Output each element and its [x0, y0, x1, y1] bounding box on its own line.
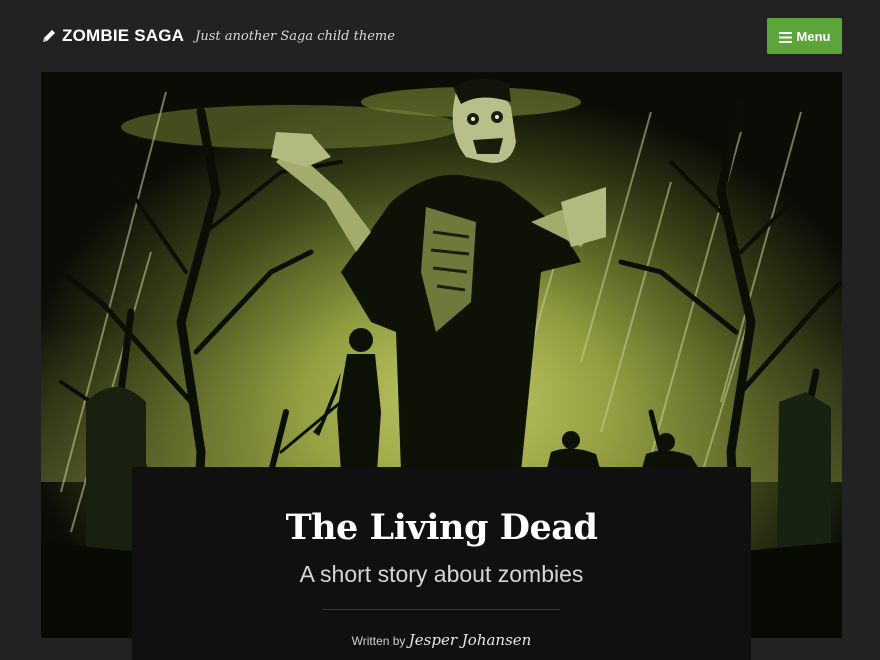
post-title[interactable]: The Living Dead — [132, 507, 751, 548]
pencil-icon — [40, 27, 58, 45]
author-link[interactable]: Jesper Johansen — [409, 631, 532, 649]
site-title-link[interactable]: ZOMBIE SAGA — [62, 26, 184, 46]
byline-prefix: Written by — [351, 634, 406, 648]
site-header: ZOMBIE SAGA Just another Saga child them… — [0, 0, 880, 72]
post-subtitle: A short story about zombies — [299, 561, 584, 587]
site-branding: ZOMBIE SAGA Just another Saga child them… — [40, 24, 395, 48]
byline: Written by Jesper Johansen — [132, 631, 751, 649]
menu-button[interactable]: Menu — [767, 18, 842, 54]
menu-button-label: Menu — [796, 28, 831, 44]
divider — [323, 609, 560, 610]
hamburger-icon — [778, 31, 792, 43]
site-tagline: Just another Saga child theme — [195, 28, 395, 44]
post-header-card: The Living Dead A short story about zomb… — [132, 467, 751, 660]
